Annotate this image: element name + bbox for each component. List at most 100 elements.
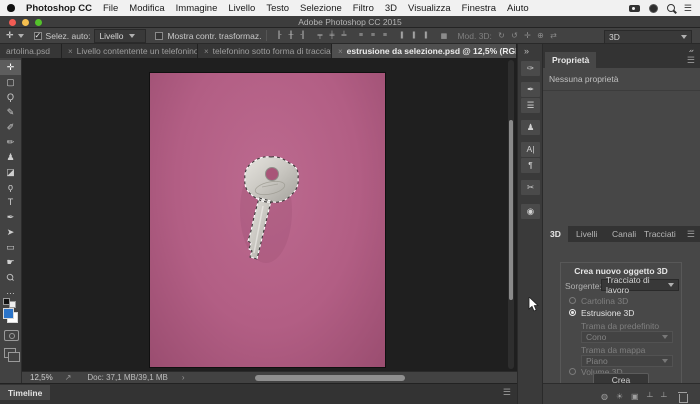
zoom-tool[interactable]: Ϙ [0, 270, 21, 285]
vertical-scrollbar-thumb[interactable] [509, 120, 513, 300]
close-icon[interactable]: × [204, 47, 209, 56]
distribute-bottom-icon[interactable]: ≡ [378, 32, 390, 39]
lasso-tool[interactable]: Ϙ [0, 90, 21, 105]
distribute-top-icon[interactable]: ≡ [354, 32, 366, 39]
type-tool[interactable]: T [0, 195, 21, 210]
distribute-spacing-icon[interactable]: ▦ [437, 32, 449, 40]
align-bottom-icon[interactable]: ╧ [337, 32, 349, 39]
merge-3d-icon[interactable]: ┴ [661, 392, 667, 401]
menu-photoshop[interactable]: Photoshop CC [26, 3, 92, 14]
shape-tool[interactable]: ▭ [0, 240, 21, 255]
add-light-icon[interactable]: ☀ [616, 392, 623, 401]
stamp-panel-icon[interactable]: ♟ [521, 120, 540, 135]
notification-center-icon[interactable]: ☰ [684, 3, 692, 14]
align-middle-icon[interactable]: ╪ [325, 32, 337, 39]
tab-livelli[interactable]: Livelli [569, 226, 604, 242]
document-canvas[interactable] [22, 58, 517, 371]
move-tool[interactable]: ✛ [0, 60, 21, 75]
clone-source-panel-icon[interactable]: ☰ [521, 98, 540, 113]
menu-filtro[interactable]: Filtro [353, 3, 374, 14]
menu-finestra[interactable]: Finestra [462, 3, 496, 14]
distribute-left-icon[interactable]: ||| [395, 32, 407, 39]
align-right-icon[interactable]: ╢ [296, 32, 308, 39]
align-center-h-icon[interactable]: ╫ [284, 32, 296, 39]
close-icon[interactable]: × [68, 47, 73, 56]
radio-estrusione-3d[interactable] [569, 309, 576, 316]
auto-select-checkbox[interactable] [34, 32, 42, 40]
quick-selection-tool[interactable]: ✎ [0, 105, 21, 120]
menu-3d[interactable]: 3D [385, 3, 397, 14]
apple-icon[interactable] [7, 4, 15, 12]
styles-panel-icon[interactable]: ◉ [521, 204, 540, 219]
3d-roll-icon[interactable]: ↺ [508, 31, 521, 40]
workspace-switcher-dropdown[interactable]: 3D [604, 30, 692, 44]
distribute-right-icon[interactable]: ||| [419, 32, 431, 39]
pen-tool[interactable]: ✒ [0, 210, 21, 225]
radio-cartolina-3d[interactable] [569, 297, 576, 304]
export-icon[interactable]: ↗ [65, 373, 72, 382]
menu-immagine[interactable]: Immagine [176, 3, 218, 14]
eyedropper-tool[interactable]: ✐ [0, 120, 21, 135]
split-extrusion-icon[interactable]: ┴ [647, 392, 653, 401]
align-top-icon[interactable]: ╤ [313, 32, 325, 39]
menu-aiuto[interactable]: Aiuto [507, 3, 529, 14]
3d-pan-icon[interactable]: ✛ [521, 31, 534, 40]
align-left-icon[interactable]: ╟ [272, 32, 284, 39]
menu-livello[interactable]: Livello [228, 3, 255, 14]
tab-timeline[interactable]: Timeline [0, 385, 50, 400]
tab-3d[interactable]: 3D [543, 226, 568, 242]
expand-dock-icon[interactable]: » [524, 46, 529, 56]
menu-testo[interactable]: Testo [266, 3, 289, 14]
screen-mode-icon[interactable] [4, 348, 16, 358]
hand-tool[interactable]: ☛ [0, 255, 21, 270]
swap-colors-icon[interactable] [9, 301, 16, 308]
tab-proprieta[interactable]: Proprietà [545, 52, 596, 68]
spotlight-search-icon[interactable] [667, 4, 675, 12]
tab-livello-telefonino[interactable]: × Livello contentente un telefonino.psd [62, 44, 198, 58]
screen-record-icon[interactable] [629, 5, 640, 12]
source-dropdown[interactable]: Tracciato di lavoro [601, 279, 679, 291]
3d-slide-icon[interactable]: ⊕ [534, 31, 547, 40]
panel-menu-icon[interactable]: ☰ [503, 387, 511, 398]
menu-file[interactable]: File [103, 3, 118, 14]
paragraph-panel-icon[interactable]: ¶ [521, 158, 540, 173]
brush-tool[interactable]: ✏ [0, 135, 21, 150]
brush-presets-panel-icon[interactable]: ✒ [521, 82, 540, 97]
dodge-tool[interactable]: ϙ [0, 180, 21, 195]
vertical-scrollbar[interactable] [508, 60, 514, 369]
distribute-middle-icon[interactable]: ≡ [366, 32, 378, 39]
menu-visualizza[interactable]: Visualizza [408, 3, 451, 14]
zoom-level-field[interactable]: 12,5% [30, 373, 53, 382]
edit-toolbar-button[interactable]: … [0, 284, 21, 299]
clone-stamp-tool[interactable]: ♟ [0, 150, 21, 165]
tab-cartolina[interactable]: artolina.psd [0, 44, 62, 58]
radio-volume-3d[interactable] [569, 368, 576, 375]
3d-orbit-icon[interactable]: ↻ [495, 31, 508, 40]
menu-extra-icon[interactable] [649, 4, 658, 13]
foreground-color-swatch[interactable] [3, 308, 14, 319]
tab-tracciati[interactable]: Tracciati [637, 226, 683, 242]
path-selection-tool[interactable]: ➤ [0, 225, 21, 240]
close-icon[interactable]: × [338, 47, 343, 56]
tab-estrusione-selezione[interactable]: × estrusione da selezione.psd @ 12,5% (R… [332, 44, 517, 58]
document-image[interactable] [150, 73, 385, 367]
brush-settings-panel-icon[interactable]: ✑ [521, 61, 540, 76]
distribute-center-icon[interactable]: ||| [407, 32, 419, 39]
horizontal-scrollbar-thumb[interactable] [255, 375, 405, 381]
panel-menu-icon[interactable]: ☰ [687, 55, 695, 66]
mesh-icon[interactable]: ◍ [601, 392, 608, 401]
status-chevron-icon[interactable]: › [182, 373, 185, 382]
eraser-tool[interactable]: ◪ [0, 165, 21, 180]
character-panel-icon[interactable]: A| [521, 142, 540, 157]
3d-scene-icon[interactable]: ▣ [631, 392, 639, 401]
marquee-tool[interactable]: ▢ [0, 75, 21, 90]
3d-scale-icon[interactable]: ⇄ [547, 31, 560, 40]
delete-icon[interactable] [679, 394, 688, 403]
menu-selezione[interactable]: Selezione [300, 3, 342, 14]
auto-select-target-dropdown[interactable]: Livello [94, 29, 146, 43]
show-transform-controls-checkbox[interactable] [155, 32, 163, 40]
menu-modifica[interactable]: Modifica [129, 3, 164, 14]
panel-menu-icon[interactable]: ☰ [687, 229, 695, 240]
quick-mask-icon[interactable] [4, 330, 19, 341]
tab-telefonino-tracciato[interactable]: × telefonino sotto forma di tracciato.ps… [198, 44, 332, 58]
